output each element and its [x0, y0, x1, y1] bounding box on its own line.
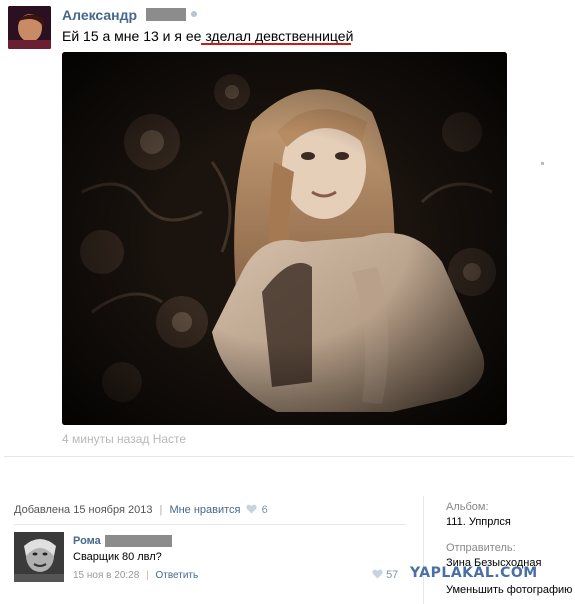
online-indicator-icon	[191, 11, 197, 17]
post-author-name[interactable]: Александр	[62, 7, 137, 23]
heart-icon[interactable]	[372, 569, 383, 579]
post-photo[interactable]	[62, 52, 507, 425]
comment-text: Сварщик 80 лвл?	[73, 551, 162, 563]
section-divider	[4, 456, 574, 457]
meta-separator: |	[159, 504, 163, 516]
comments-divider	[14, 524, 406, 525]
comment-like-button[interactable]: 57	[370, 569, 398, 581]
album-link[interactable]: 111. Уппрлся	[446, 516, 511, 528]
comment-date[interactable]: 15 ноя в 20:28	[73, 570, 139, 581]
heart-icon[interactable]	[245, 504, 257, 514]
sidebar-divider	[423, 496, 424, 604]
like-button[interactable]: Мне нравится	[169, 504, 240, 516]
comment-like-count: 57	[386, 569, 399, 581]
reply-button[interactable]: Ответить	[155, 570, 198, 581]
comment-author-name[interactable]: Рома	[73, 535, 101, 547]
redacted-surname	[105, 535, 172, 547]
wall-post: Александр Ей 15 а мне 13 и я ее зделал д…	[0, 0, 575, 460]
sender-label: Отправитель:	[446, 542, 516, 554]
red-underline-annotation	[201, 43, 351, 45]
commenter-avatar[interactable]	[14, 532, 64, 582]
like-count: 6	[261, 504, 268, 516]
photo-meta-bar: Добавлена 15 ноября 2013 | Мне нравится …	[14, 504, 268, 516]
options-dot-icon[interactable]	[541, 162, 544, 165]
site-watermark: YAPLAKAL.COM	[410, 565, 538, 581]
comment-meta: 15 ноя в 20:28 | Ответить	[73, 570, 198, 581]
author-avatar[interactable]	[8, 6, 51, 49]
redacted-surname	[146, 8, 186, 21]
photo-added-date: Добавлена 15 ноября 2013	[14, 504, 153, 516]
shrink-photo-link[interactable]: Уменьшить фотографию	[446, 584, 572, 596]
post-timestamp[interactable]: 4 минуты назад Насте	[62, 432, 186, 446]
meta-separator: |	[146, 570, 149, 581]
post-text: Ей 15 а мне 13 и я ее зделал девственниц…	[62, 28, 354, 44]
album-label: Альбом:	[446, 501, 489, 513]
